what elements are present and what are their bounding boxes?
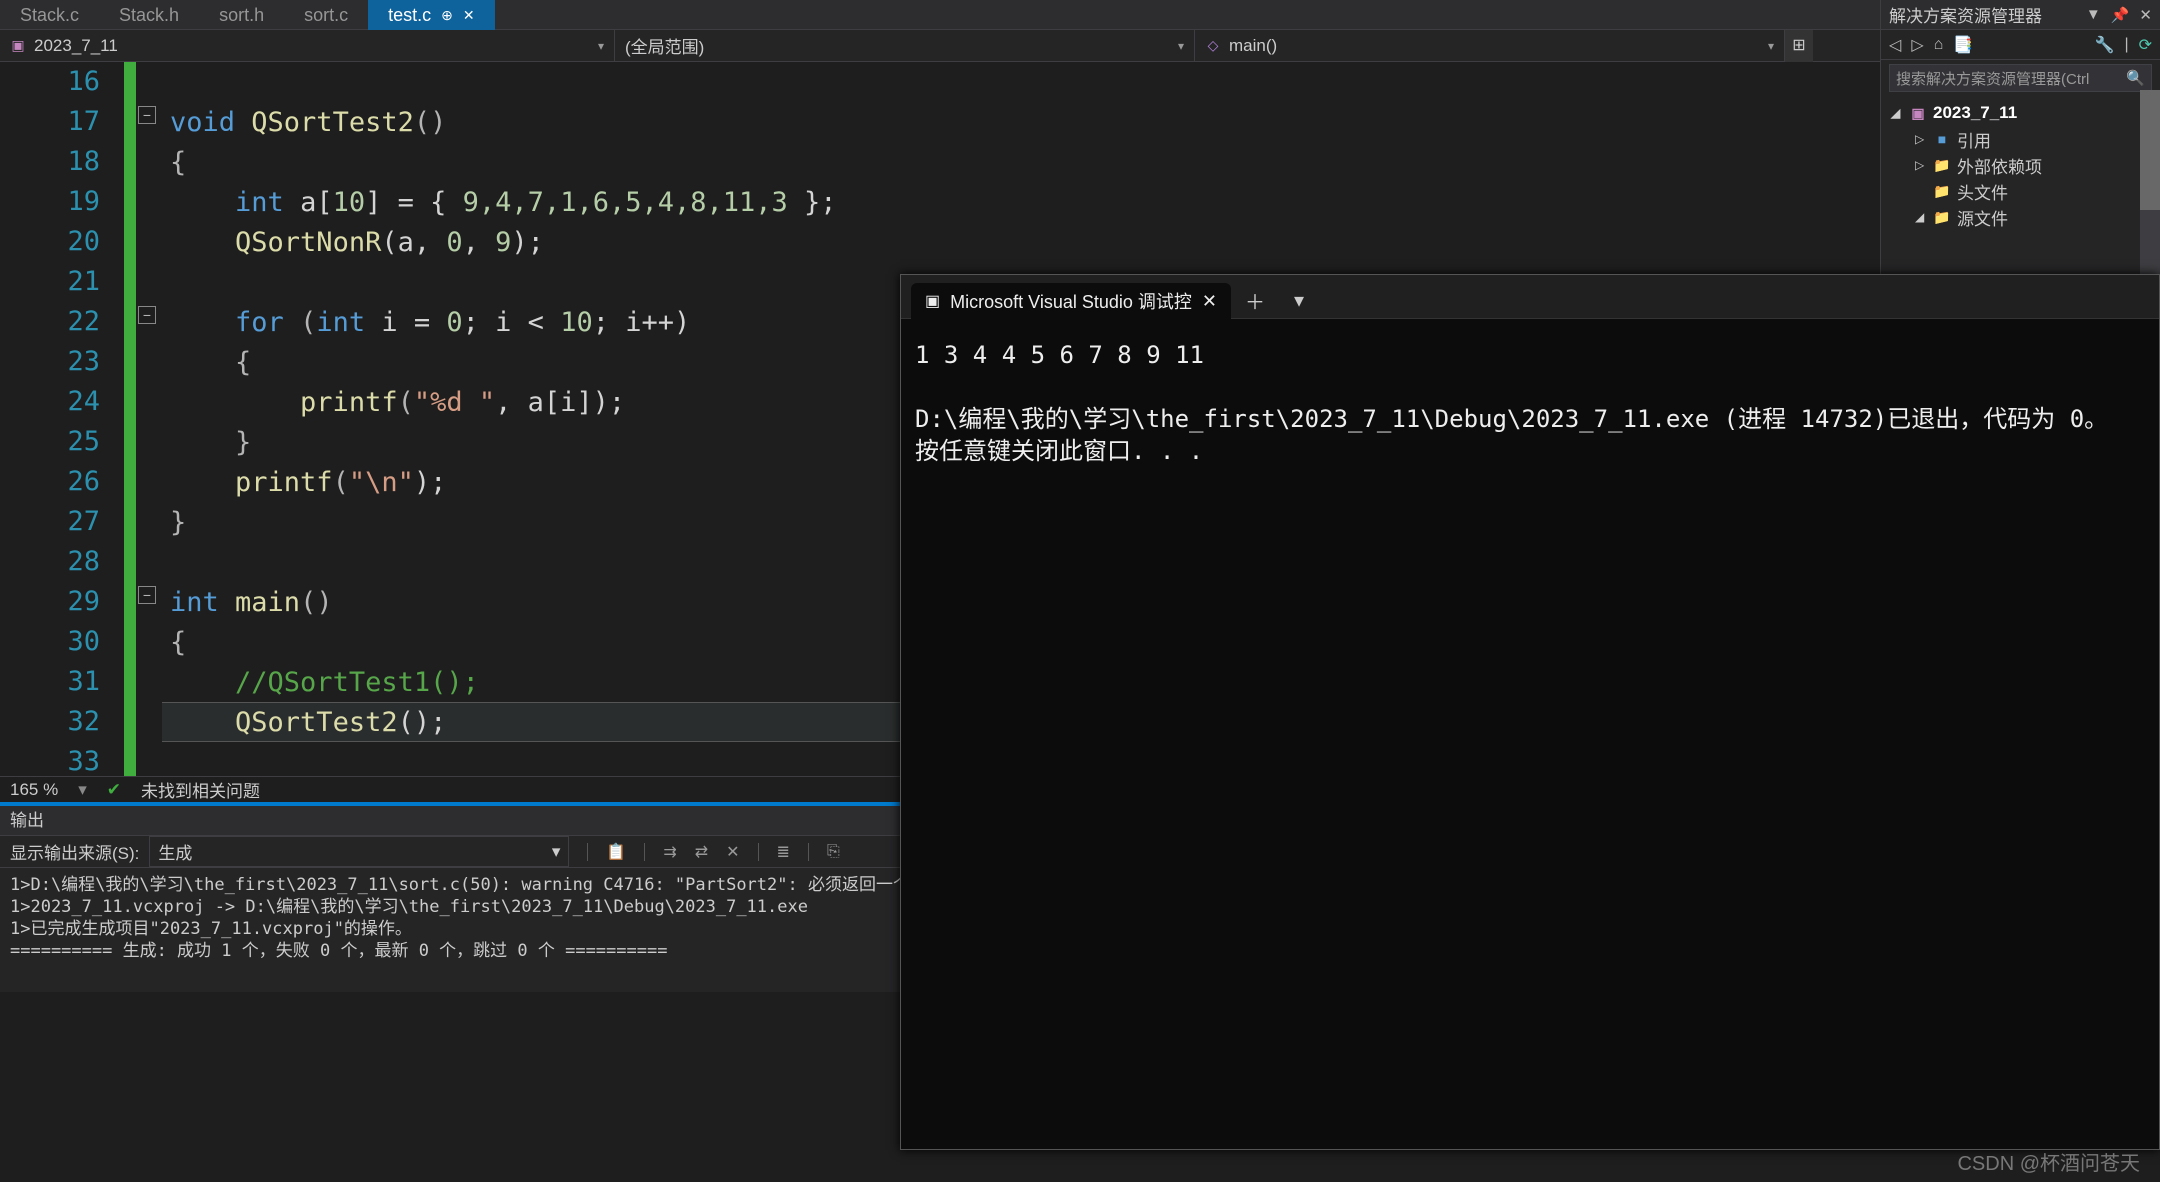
tab-stack-c[interactable]: Stack.c <box>0 0 99 30</box>
references-label: 引用 <box>1957 127 1991 152</box>
issues-label: 未找到相关问题 <box>141 777 260 802</box>
headers-node[interactable]: ▷ 📁 头文件 <box>1887 178 2154 204</box>
new-tab-button[interactable]: ＋ <box>1235 282 1275 318</box>
sources-label: 源文件 <box>1957 205 2008 230</box>
close-icon[interactable]: ✕ <box>1202 291 1217 312</box>
project-icon: ▣ <box>10 38 26 54</box>
terminal-output[interactable]: 1 3 4 4 5 6 7 8 9 11 D:\编程\我的\学习\the_fir… <box>901 319 2159 1149</box>
dropdown-icon[interactable]: ▼ <box>2086 6 2101 24</box>
folder-icon: 📁 <box>1933 209 1951 225</box>
headers-label: 头文件 <box>1957 179 2008 204</box>
fold-column: − − − <box>136 62 162 776</box>
wrench-icon[interactable]: 🔧 <box>2095 35 2115 55</box>
caret-right-icon: ▷ <box>1915 132 1927 146</box>
project-node[interactable]: ◢ ▣ 2023_7_11 <box>1887 100 2154 126</box>
sources-node[interactable]: ◢ 📁 源文件 <box>1887 204 2154 230</box>
tab-dropdown-button[interactable]: ▾ <box>1279 282 1319 318</box>
project-icon: ▣ <box>1909 105 1927 121</box>
tab-sort-h[interactable]: sort.h <box>199 0 284 30</box>
output-tool-icon[interactable]: ⎘ <box>827 843 840 861</box>
output-tool-icon[interactable]: ⇄ <box>695 842 708 862</box>
external-deps-label: 外部依赖项 <box>1957 153 2042 178</box>
change-margin <box>124 62 136 776</box>
tab-stack-h[interactable]: Stack.h <box>99 0 199 30</box>
search-icon: 🔍 <box>2126 69 2145 87</box>
check-icon: ✔ <box>107 780 121 800</box>
line-number-gutter: 1617181920212223242526272829303132333435 <box>0 62 124 776</box>
sync-icon[interactable]: 📑 <box>1953 35 1973 55</box>
chevron-down-icon: ▾ <box>1768 39 1774 53</box>
global-scope-label: (全局范围) <box>625 33 704 58</box>
project-label: 2023_7_11 <box>1933 103 2017 123</box>
vs-icon: ▣ <box>925 291 940 311</box>
solution-search-input[interactable]: 搜索解决方案资源管理器(Ctrl 🔍 <box>1889 64 2152 92</box>
close-icon[interactable]: ✕ <box>2139 6 2152 24</box>
close-icon[interactable]: ✕ <box>463 0 475 30</box>
separator: | <box>2124 36 2128 54</box>
references-icon: ■ <box>1933 131 1951 147</box>
output-clear-icon[interactable]: ✕ <box>726 842 739 862</box>
fold-toggle[interactable]: − <box>138 106 156 124</box>
chevron-down-icon: ▾ <box>598 39 604 53</box>
search-placeholder: 搜索解决方案资源管理器(Ctrl <box>1896 68 2089 89</box>
folder-icon: 📁 <box>1933 157 1951 173</box>
output-tool-icon[interactable]: ⇉ <box>663 842 676 862</box>
zoom-level[interactable]: 165 % <box>10 780 58 800</box>
output-tool-icon[interactable]: 📋 <box>606 842 626 862</box>
file-tab-bar: Stack.c Stack.h sort.h sort.c test.c ⊕ ✕… <box>0 0 2160 30</box>
tab-test-c[interactable]: test.c ⊕ ✕ <box>368 0 494 30</box>
navigation-scope-bar: ▣ 2023_7_11 ▾ (全局范围) ▾ ◇ main() ▾ ⊞ <box>0 30 2160 62</box>
debug-console-window: ▣ Microsoft Visual Studio 调试控 ✕ ＋ ▾ 1 3 … <box>900 274 2160 1150</box>
output-source-value: 生成 <box>158 839 192 864</box>
caret-down-icon: ◢ <box>1915 210 1927 224</box>
terminal-tab-title: Microsoft Visual Studio 调试控 <box>950 288 1192 314</box>
references-node[interactable]: ▷ ■ 引用 <box>1887 126 2154 152</box>
caret-down-icon: ◢ <box>1891 106 1903 120</box>
home-icon[interactable]: ⌂ <box>1934 36 1944 54</box>
fold-toggle[interactable]: − <box>138 306 156 324</box>
chevron-down-icon: ▾ <box>1178 39 1184 53</box>
solution-tree[interactable]: ◢ ▣ 2023_7_11 ▷ ■ 引用 ▷ 📁 外部依赖项 ▷ 📁 头文件 ◢… <box>1881 96 2160 234</box>
output-source-label: 显示输出来源(S): <box>10 839 139 864</box>
pin-icon[interactable]: 📌 <box>2111 6 2130 24</box>
output-wrap-icon[interactable]: ≣ <box>777 842 790 862</box>
fold-toggle[interactable]: − <box>138 586 156 604</box>
output-source-dropdown[interactable]: 生成 ▾ <box>149 836 569 867</box>
tab-label: test.c <box>388 0 431 30</box>
split-editor-button[interactable]: ⊞ <box>1785 30 1813 62</box>
pin-icon[interactable]: ⊕ <box>441 0 453 30</box>
caret-right-icon: ▷ <box>1915 158 1927 172</box>
function-scope-label: main() <box>1229 36 1277 56</box>
project-scope-dropdown[interactable]: ▣ 2023_7_11 ▾ <box>0 30 615 62</box>
forward-icon[interactable]: ▷ <box>1911 35 1923 55</box>
refresh-icon[interactable]: ⟳ <box>2139 35 2152 55</box>
watermark: CSDN @杯酒问苍天 <box>1957 1147 2140 1176</box>
function-scope-dropdown[interactable]: ◇ main() ▾ <box>1195 30 1785 62</box>
folder-icon: 📁 <box>1933 183 1951 199</box>
global-scope-dropdown[interactable]: (全局范围) ▾ <box>615 30 1195 62</box>
external-deps-node[interactable]: ▷ 📁 外部依赖项 <box>1887 152 2154 178</box>
project-scope-label: 2023_7_11 <box>34 36 118 56</box>
solution-explorer-title: 解决方案资源管理器 <box>1889 2 2042 27</box>
tab-sort-c[interactable]: sort.c <box>284 0 368 30</box>
back-icon[interactable]: ◁ <box>1889 35 1901 55</box>
chevron-down-icon: ▾ <box>552 842 561 862</box>
terminal-tab[interactable]: ▣ Microsoft Visual Studio 调试控 ✕ <box>911 283 1231 319</box>
method-icon: ◇ <box>1205 38 1221 54</box>
